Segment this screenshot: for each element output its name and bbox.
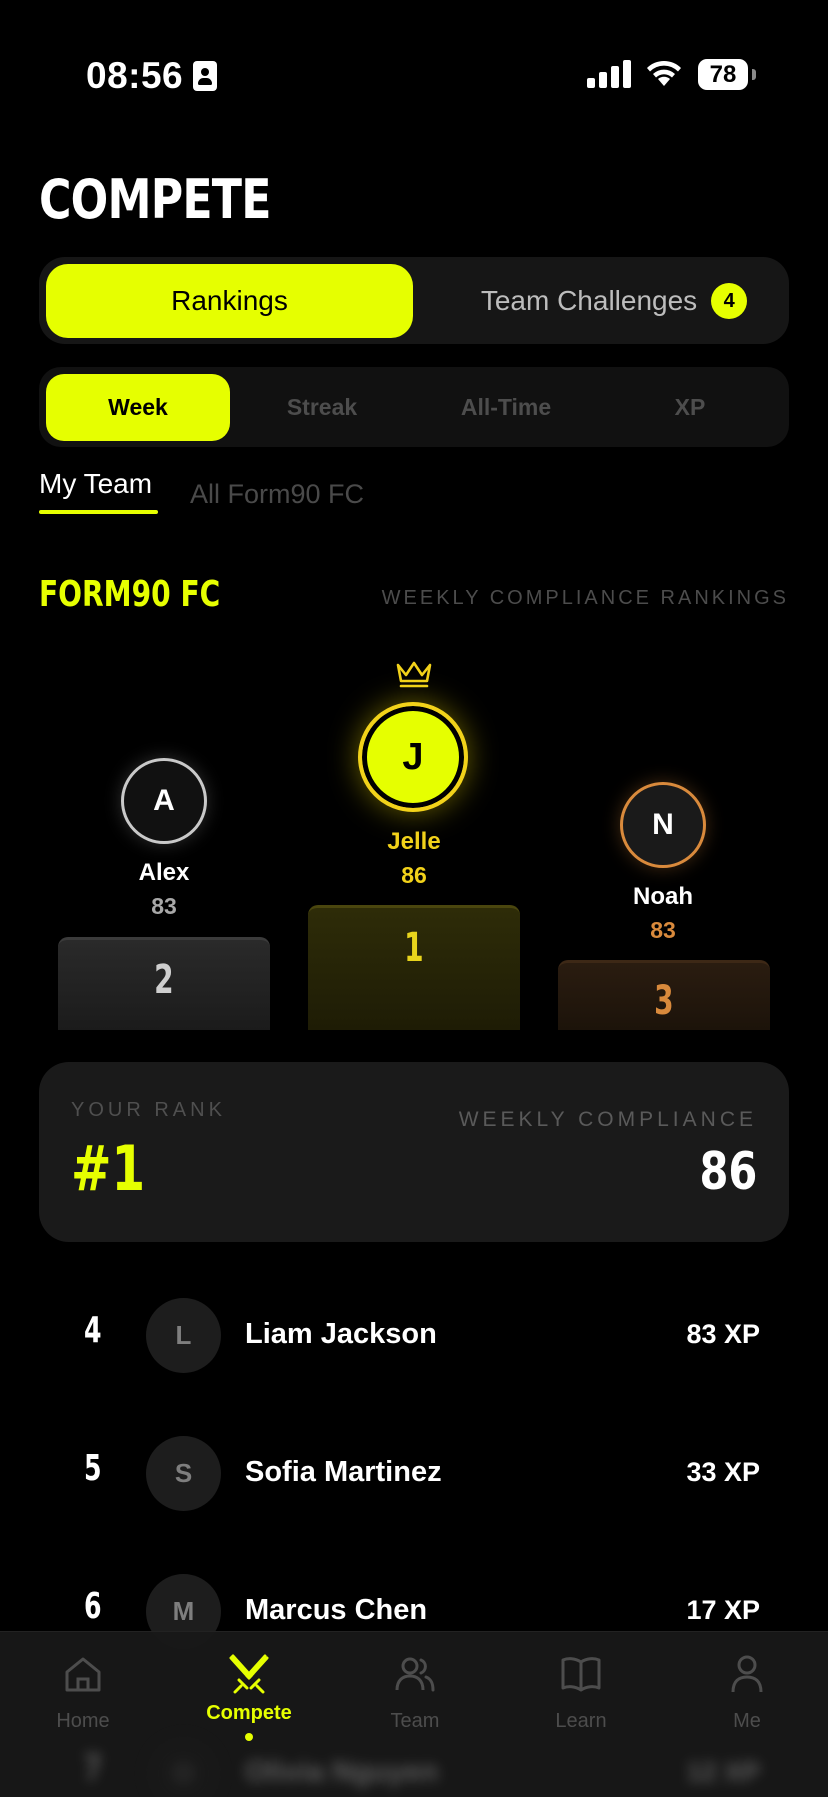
weekly-compliance-value: 86 <box>699 1142 757 1202</box>
active-tab-underline <box>39 510 158 514</box>
bottom-tab-bar: 7 O Olivia Nguyen 12 XP Home Compete Tea… <box>0 1631 828 1797</box>
leaderboard-name: Olivia Nguyen <box>245 1756 439 1788</box>
team-icon <box>395 1657 435 1692</box>
podium-third-avatar[interactable]: N <box>620 782 706 868</box>
tab-me[interactable]: Me <box>664 1646 828 1756</box>
podium-block-second: 2 <box>58 937 270 1030</box>
leaderboard-row[interactable]: 5 S Sofia Martinez 33 XP <box>0 1436 828 1516</box>
wifi-icon <box>647 60 681 86</box>
tab-compete-label: Compete <box>206 1702 292 1724</box>
podium-block-first: 1 <box>308 905 520 1030</box>
tab-all-club[interactable]: All Form90 FC <box>190 479 364 510</box>
tab-week[interactable]: Week <box>46 374 230 441</box>
avatar: L <box>146 1298 221 1373</box>
club-name-heading: FORM90 FC <box>39 574 221 615</box>
tab-xp[interactable]: XP <box>598 374 782 441</box>
leaderboard-xp: 83 XP <box>686 1319 760 1349</box>
tab-all-time[interactable]: All-Time <box>414 374 598 441</box>
tab-rankings[interactable]: Rankings <box>46 264 413 338</box>
leaderboard-xp: 12 XP <box>686 1757 760 1787</box>
tab-learn-label: Learn <box>555 1710 607 1732</box>
podium-first-name: Jelle <box>387 828 441 855</box>
tab-home-label: Home <box>56 1710 110 1732</box>
podium-first-avatar[interactable]: J <box>358 702 468 812</box>
podium-block-third-number: 3 <box>654 978 674 1024</box>
main-segmented-control: Rankings Team Challenges 4 <box>39 257 789 344</box>
tab-streak[interactable]: Streak <box>230 374 414 441</box>
weekly-compliance-label: WEEKLY COMPLIANCE <box>458 1108 757 1131</box>
podium-first-avatar-inner: J <box>370 714 456 800</box>
leaderboard-rank: 6 <box>84 1586 102 1627</box>
leaderboard-row[interactable]: 4 L Liam Jackson 83 XP <box>0 1298 828 1378</box>
podium-block-first-number: 1 <box>404 925 424 971</box>
leaderboard-xp: 33 XP <box>686 1457 760 1487</box>
swords-icon <box>229 1654 269 1694</box>
your-rank-card: YOUR RANK #1 WEEKLY COMPLIANCE 86 <box>39 1062 789 1242</box>
status-bar: 08:56 78 <box>0 0 828 150</box>
your-rank-label: YOUR RANK <box>71 1099 226 1121</box>
podium-block-second-number: 2 <box>154 957 174 1003</box>
podium-third-score: 83 <box>650 917 676 943</box>
podium-second-name: Alex <box>138 859 190 886</box>
podium-first-score: 86 <box>401 862 427 888</box>
cellular-signal-icon <box>587 60 631 88</box>
podium-block-third: 3 <box>558 960 770 1030</box>
tab-compete[interactable]: Compete <box>166 1646 332 1756</box>
podium-third-initial: N <box>652 808 674 841</box>
avatar: S <box>146 1436 221 1511</box>
rankings-subtitle: WEEKLY COMPLIANCE RANKINGS <box>381 587 789 609</box>
leaderboard-rank: 4 <box>84 1310 102 1351</box>
battery-indicator: 78 <box>698 59 748 90</box>
home-icon <box>65 1657 101 1692</box>
leaderboard-name: Sofia Martinez <box>245 1456 442 1488</box>
podium-second-avatar[interactable]: A <box>121 758 207 844</box>
page-title: COMPETE <box>39 168 271 231</box>
podium-first-initial: J <box>402 735 424 778</box>
tab-team-challenges-label: Team Challenges <box>480 285 698 316</box>
podium-third-name: Noah <box>633 883 693 910</box>
battery-tip <box>752 69 756 80</box>
status-time: 08:56 <box>86 55 184 96</box>
book-icon <box>561 1657 601 1692</box>
contact-card-icon <box>193 61 217 91</box>
leaderboard-name: Marcus Chen <box>245 1594 428 1626</box>
leaderboard-xp: 17 XP <box>686 1595 760 1625</box>
tab-learn[interactable]: Learn <box>498 1646 664 1756</box>
tab-team-label: Team <box>390 1710 440 1732</box>
tab-rankings-label: Rankings <box>171 285 288 316</box>
your-rank-value: #1 <box>71 1132 146 1205</box>
tab-my-team[interactable]: My Team <box>39 468 152 500</box>
challenges-count-badge: 4 <box>711 283 748 319</box>
period-segmented-control: Week Streak All-Time XP <box>39 367 789 447</box>
tab-team-challenges[interactable]: Team Challenges 4 <box>449 264 779 338</box>
leaderboard-name: Liam Jackson <box>245 1318 437 1350</box>
leaderboard-rank: 5 <box>84 1448 102 1489</box>
podium-second-initial: A <box>153 784 175 817</box>
tab-home[interactable]: Home <box>0 1646 166 1756</box>
person-icon <box>731 1655 763 1693</box>
tab-me-label: Me <box>733 1710 761 1732</box>
crown-icon <box>396 661 432 688</box>
active-tab-dot <box>245 1733 253 1741</box>
tab-team[interactable]: Team <box>332 1646 498 1756</box>
podium-second-score: 83 <box>151 893 177 919</box>
